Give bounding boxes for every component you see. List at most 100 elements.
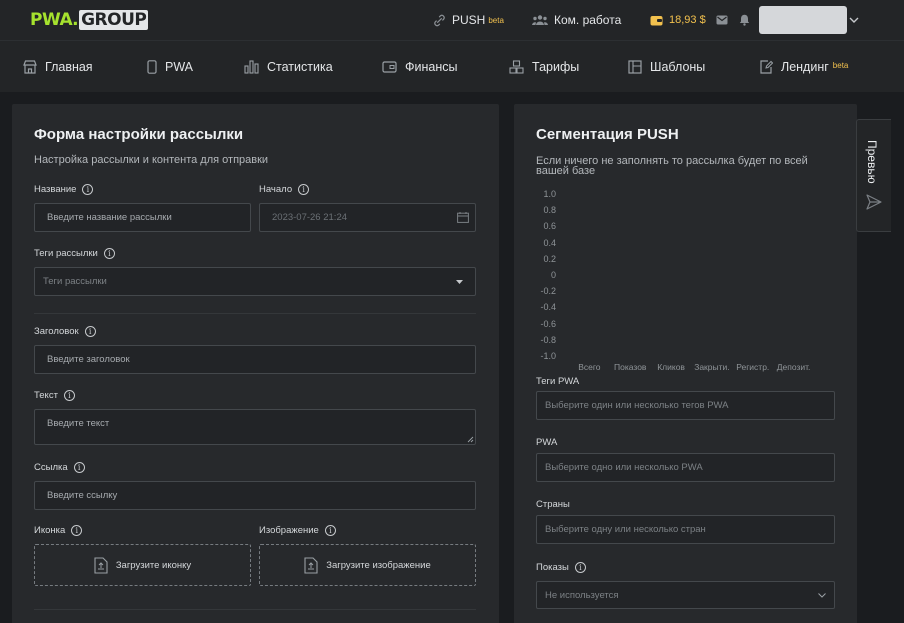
divider <box>34 313 476 314</box>
landing-beta-badge: beta <box>832 60 849 70</box>
info-icon[interactable]: i <box>298 184 310 195</box>
y-tick-label: 0.6 <box>543 221 556 232</box>
wallet-icon <box>650 15 663 25</box>
nav-label: Тарифы <box>532 60 580 74</box>
icon-upload-dropzone[interactable]: Загрузите иконку <box>34 544 251 586</box>
push-menu[interactable]: PUSH beta <box>433 0 504 40</box>
nav-item-home[interactable]: Главная <box>23 41 93 93</box>
countries-select[interactable]: Выберите одну или несколько стран <box>536 515 835 544</box>
pwa-tags-select[interactable]: Выберите один или несколько тегов PWA <box>536 391 835 420</box>
preview-tab[interactable]: Превью <box>856 119 891 232</box>
mail-icon <box>716 15 728 25</box>
heading-label: Заголовок i <box>34 326 96 337</box>
y-tick-label: -0.2 <box>540 286 556 297</box>
resize-handle-icon[interactable] <box>467 436 474 443</box>
info-icon[interactable]: i <box>63 390 75 401</box>
nav-item-pwa[interactable]: PWA <box>147 41 193 93</box>
logo[interactable]: PWA . GROUP <box>30 9 149 31</box>
name-label-text: Название <box>34 184 77 195</box>
calendar-icon[interactable] <box>457 212 469 223</box>
image-label-text: Изображение <box>259 525 319 536</box>
nav-item-landing[interactable]: Лендинг beta <box>760 41 848 93</box>
nav-label: Финансы <box>405 60 458 74</box>
segmentation-subtitle-line2: вашей базе <box>536 165 596 177</box>
chevron-down-icon[interactable] <box>849 12 859 28</box>
info-icon[interactable]: i <box>73 462 85 473</box>
logo-text-pwa: PWA <box>30 10 73 30</box>
x-tick-label: Кликов <box>657 362 685 372</box>
info-icon[interactable]: i <box>103 248 115 259</box>
segmentation-card: Сегментация PUSH Если ничего не заполнят… <box>514 104 857 623</box>
nav-item-templates[interactable]: Шаблоны <box>628 41 705 93</box>
x-tick-label: Регистр. <box>736 362 770 372</box>
start-datetime-input[interactable]: 2023-07-26 21:24 <box>259 203 476 232</box>
y-tick-label: -0.4 <box>540 302 556 313</box>
form-title: Форма настройки рассылки <box>34 126 244 143</box>
segmentation-title: Сегментация PUSH <box>536 126 679 143</box>
wallet-icon <box>382 61 397 73</box>
x-tick-label: Депозит. <box>776 362 811 372</box>
info-icon[interactable]: i <box>574 562 586 573</box>
balance-value: 18,93 $ <box>669 14 706 26</box>
info-icon[interactable]: i <box>82 184 94 195</box>
tags-select[interactable]: Теги рассылки <box>34 267 476 296</box>
pwa-placeholder: Выберите одно или несколько PWA <box>545 462 703 473</box>
image-upload-dropzone[interactable]: Загрузите изображение <box>259 544 476 586</box>
preview-label: Превью <box>865 140 879 184</box>
x-tick-label: Показов <box>614 362 647 372</box>
send-icon <box>866 194 882 210</box>
edit-page-icon <box>760 60 773 74</box>
pwa-tags-label: Теги PWA <box>536 376 579 387</box>
link-input[interactable]: Введите ссылку <box>34 481 476 510</box>
image-upload-label: Загрузите изображение <box>326 559 431 571</box>
file-upload-icon <box>304 556 318 574</box>
y-tick-label: -0.8 <box>540 334 556 345</box>
x-tick-label: Закрыти. <box>694 362 730 372</box>
info-icon[interactable]: i <box>84 326 96 337</box>
phone-icon <box>147 60 157 74</box>
balance-widget[interactable]: 18,93 $ <box>650 0 706 40</box>
y-tick-label: 1.0 <box>543 189 556 199</box>
divider <box>34 609 476 610</box>
store-icon <box>23 60 37 74</box>
name-placeholder: Введите название рассылки <box>47 212 172 223</box>
info-icon[interactable]: i <box>324 525 336 536</box>
layout-icon <box>628 60 642 74</box>
name-input[interactable]: Введите название рассылки <box>34 203 251 232</box>
countries-label: Страны <box>536 499 570 510</box>
shows-value: Не используется <box>545 589 619 601</box>
tags-placeholder: Теги рассылки <box>43 276 107 287</box>
user-account-box[interactable] <box>759 6 847 34</box>
icon-upload-label: Загрузите иконку <box>115 559 192 571</box>
heading-label-text: Заголовок <box>34 326 79 337</box>
shows-select[interactable]: Не используется <box>536 581 835 609</box>
chevron-down-icon <box>818 593 826 598</box>
pwa-label: PWA <box>536 437 557 448</box>
mail-button[interactable] <box>716 0 728 40</box>
image-label: Изображение i <box>259 525 336 536</box>
start-label-text: Начало <box>259 184 293 195</box>
nav-item-finance[interactable]: Финансы <box>382 41 457 93</box>
start-label: Начало i <box>259 184 310 195</box>
nav-item-statistics[interactable]: Статистика <box>244 41 333 93</box>
countries-label-text: Страны <box>536 499 570 510</box>
heading-input[interactable]: Введите заголовок <box>34 345 476 374</box>
form-subtitle: Настройка рассылки и контента для отправ… <box>34 154 269 166</box>
tags-label: Теги рассылки i <box>34 248 115 259</box>
top-bar: PWA . GROUP PUSH beta Ком. работа 18,93 $ <box>0 0 904 40</box>
segmentation-subtitle: Если ничего не заполнять то рассылка буд… <box>536 156 808 177</box>
team-work-menu[interactable]: Ком. работа <box>532 0 621 40</box>
text-textarea[interactable]: Введите текст <box>34 409 476 445</box>
start-datetime-value: 2023-07-26 21:24 <box>272 212 348 223</box>
nav-label: Главная <box>45 60 93 74</box>
caret-down-icon <box>456 280 463 284</box>
boxes-icon <box>509 60 524 74</box>
notifications-button[interactable] <box>739 0 750 40</box>
nav-item-tariffs[interactable]: Тарифы <box>509 41 579 93</box>
info-icon[interactable]: i <box>71 525 83 536</box>
pwa-select[interactable]: Выберите одно или несколько PWA <box>536 453 835 482</box>
logo-dot: . <box>72 10 79 30</box>
main-nav: Главная PWA Статистика Финансы Тарифы Ша… <box>0 40 904 92</box>
tags-label-text: Теги рассылки <box>34 248 98 259</box>
icon-label-text: Иконка <box>34 525 66 536</box>
